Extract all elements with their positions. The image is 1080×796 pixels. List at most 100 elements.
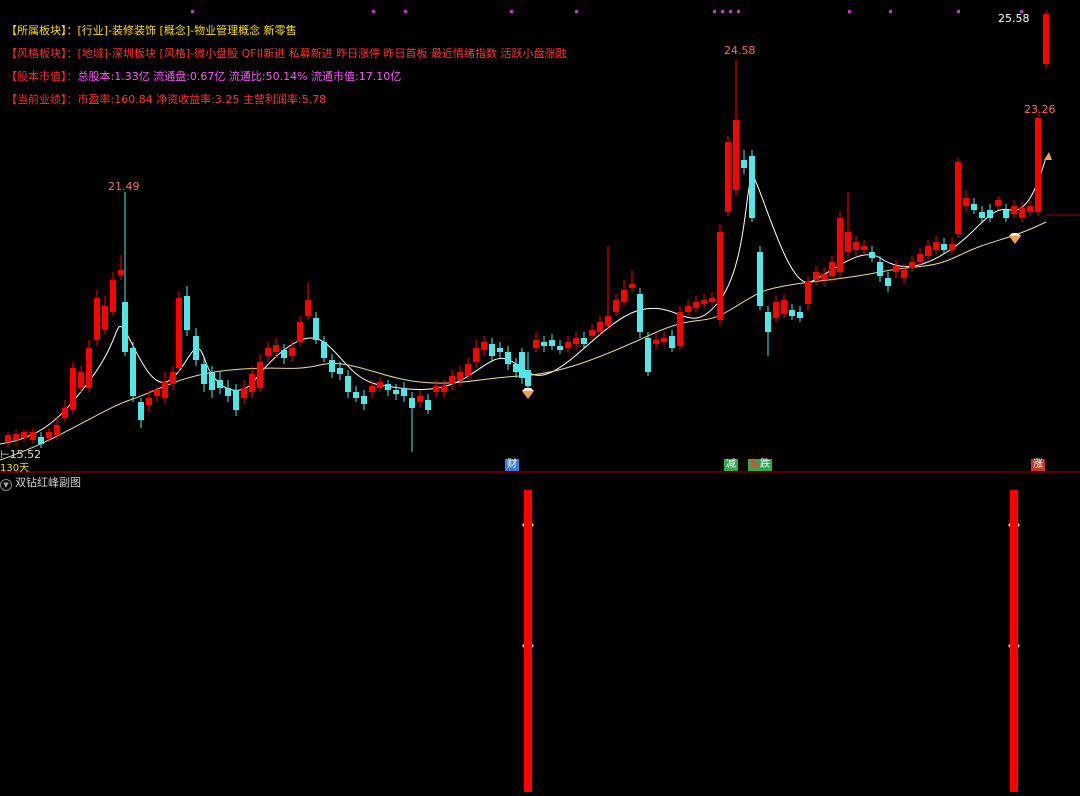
diamond-icon-top bbox=[522, 388, 534, 391]
badge-finance[interactable]: 财 bbox=[505, 459, 519, 471]
candle bbox=[955, 158, 961, 238]
candle bbox=[853, 236, 859, 256]
candle-body bbox=[789, 310, 795, 316]
badge-fall[interactable]: 标跌 bbox=[748, 459, 772, 471]
candle-body bbox=[573, 338, 579, 344]
candle-body bbox=[369, 386, 375, 392]
candle bbox=[30, 428, 36, 444]
candle bbox=[513, 358, 519, 378]
candle bbox=[1027, 200, 1033, 216]
chevron-down-icon[interactable]: ▼ bbox=[0, 479, 12, 491]
candle-body bbox=[741, 160, 747, 168]
candle-body bbox=[38, 437, 44, 444]
candle-body bbox=[257, 362, 263, 388]
candle-body bbox=[273, 345, 279, 352]
candle-body bbox=[829, 262, 835, 276]
candle bbox=[449, 370, 455, 390]
candle bbox=[533, 332, 539, 352]
candle bbox=[249, 366, 255, 398]
candle bbox=[629, 270, 635, 292]
candle-body bbox=[505, 352, 511, 364]
candle bbox=[845, 192, 851, 258]
candle bbox=[497, 342, 503, 358]
candle-body bbox=[249, 374, 255, 392]
candle bbox=[661, 332, 667, 346]
diamond-icon bbox=[1009, 236, 1021, 244]
candlestick-chart[interactable] bbox=[0, 0, 1080, 796]
candle bbox=[909, 256, 915, 272]
candle bbox=[329, 354, 335, 378]
candle bbox=[313, 312, 319, 344]
badge-reduce[interactable]: 减 bbox=[724, 459, 738, 471]
candle-body bbox=[637, 294, 643, 332]
candle-body bbox=[265, 348, 271, 356]
sub-chart-title[interactable]: ▼ 双钻红峰副图 bbox=[0, 474, 81, 491]
candle-body bbox=[845, 232, 851, 252]
candle-body bbox=[597, 322, 603, 332]
candle-body bbox=[709, 298, 715, 302]
candle-body bbox=[473, 348, 479, 362]
candle-body bbox=[233, 390, 239, 410]
candle-body bbox=[693, 302, 699, 308]
diamond-icon bbox=[522, 391, 534, 399]
candle bbox=[176, 292, 182, 372]
candle bbox=[170, 366, 176, 390]
candle-body bbox=[13, 434, 19, 440]
candle bbox=[741, 150, 747, 174]
candle bbox=[765, 306, 771, 356]
candle bbox=[138, 398, 144, 428]
candle bbox=[805, 276, 811, 310]
candle-body bbox=[963, 198, 969, 206]
candle-body bbox=[393, 390, 399, 394]
candle bbox=[519, 348, 525, 384]
candle-body bbox=[353, 392, 359, 398]
candle-body bbox=[941, 244, 947, 250]
candle-body bbox=[717, 232, 723, 320]
candle-body bbox=[217, 380, 223, 388]
candle bbox=[457, 366, 463, 386]
candle bbox=[361, 390, 367, 410]
candle-body bbox=[773, 302, 779, 318]
candle bbox=[162, 372, 168, 404]
candle-body bbox=[154, 390, 160, 396]
candle-body bbox=[677, 312, 683, 346]
candle bbox=[949, 238, 955, 254]
badge-rise[interactable]: 涨 bbox=[1031, 459, 1045, 471]
period-label: 130天 bbox=[0, 463, 30, 474]
candle-body bbox=[581, 338, 587, 344]
candle bbox=[733, 60, 739, 196]
candle-body bbox=[885, 278, 891, 286]
candle bbox=[94, 290, 100, 346]
candle-body bbox=[385, 384, 391, 390]
candle-body bbox=[441, 386, 447, 392]
signal-bar bbox=[1010, 490, 1018, 792]
candle bbox=[525, 352, 531, 390]
candle-body bbox=[893, 266, 899, 272]
candle-body bbox=[118, 270, 124, 275]
candle bbox=[821, 268, 827, 286]
candle bbox=[637, 288, 643, 338]
price-peak-left: 21.49 bbox=[108, 180, 140, 193]
candle bbox=[473, 340, 479, 368]
candle-body bbox=[289, 348, 295, 356]
candle-body bbox=[661, 338, 667, 342]
candle-body bbox=[749, 156, 755, 218]
candle-body bbox=[1043, 14, 1049, 64]
candle bbox=[653, 334, 659, 350]
candle bbox=[685, 300, 691, 316]
candle bbox=[677, 306, 683, 350]
candle-body bbox=[685, 306, 691, 312]
candle bbox=[725, 136, 731, 216]
candle-body bbox=[94, 298, 100, 340]
candle bbox=[1035, 112, 1041, 216]
candle-body bbox=[613, 300, 619, 312]
candle bbox=[46, 428, 52, 442]
arrow-up-icon bbox=[1044, 152, 1052, 160]
candle bbox=[995, 196, 1001, 210]
candle-body bbox=[209, 372, 215, 390]
candle-body bbox=[1011, 206, 1017, 214]
candle-body bbox=[901, 270, 907, 278]
candle bbox=[377, 378, 383, 392]
candle-body bbox=[533, 340, 539, 348]
candle bbox=[345, 370, 351, 398]
